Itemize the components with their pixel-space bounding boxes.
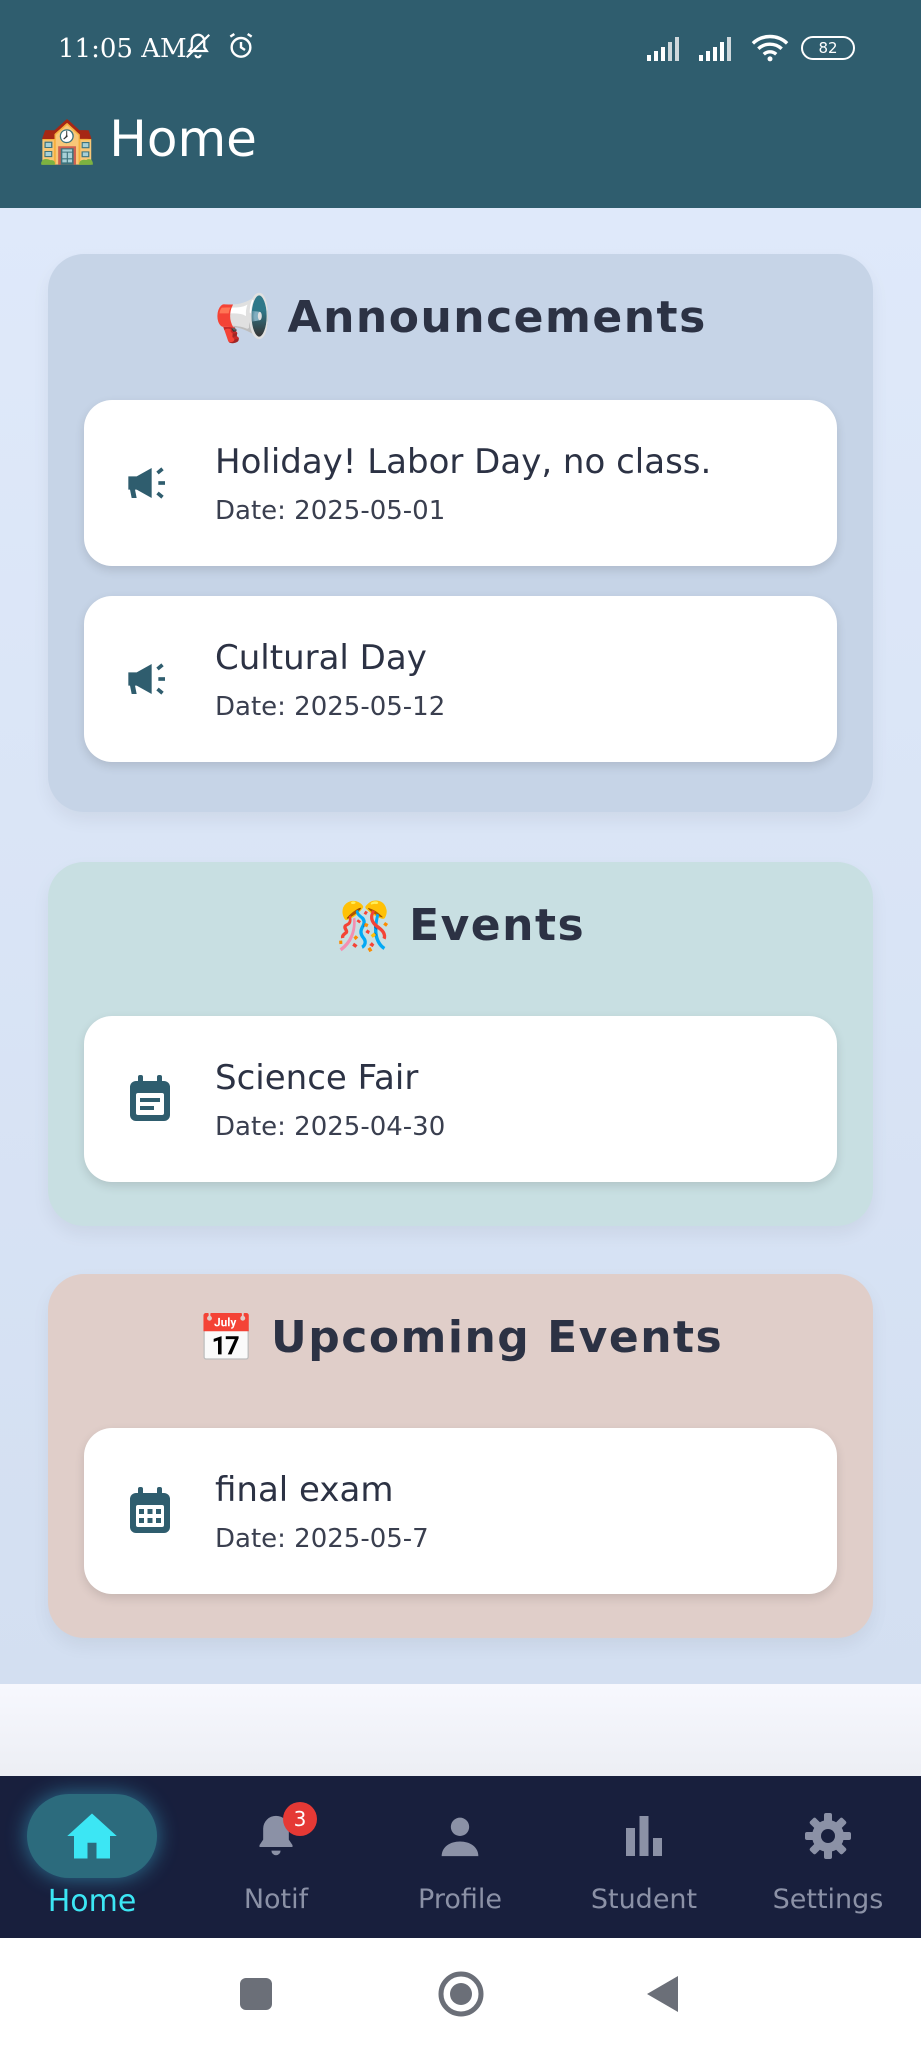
announcement-card[interactable]: Cultural Day Date: 2025-05-12 [84,596,837,762]
calendar-emoji-icon: 📅 [197,1311,256,1364]
upcoming-event-card[interactable]: final exam Date: 2025-05-7 [84,1428,837,1594]
nav-label: Notif [243,1884,309,1915]
card-date: Date: 2025-05-7 [215,1524,429,1554]
nav-label: Student [590,1884,698,1915]
signal-icon [647,37,679,61]
nav-label: Profile [418,1884,502,1915]
card-date: Date: 2025-04-30 [215,1112,446,1142]
announcements-section: 📢 Announcements Holiday! Labor Day, no c… [48,254,873,812]
home-icon [27,1794,157,1878]
main-content[interactable]: 📢 Announcements Holiday! Labor Day, no c… [0,208,921,1684]
content-footer-spacer [0,1684,921,1776]
card-title: Holiday! Labor Day, no class. [215,442,712,482]
megaphone-icon [124,653,176,705]
megaphone-emoji-icon: 📢 [214,291,272,344]
section-title: Upcoming Events [271,1312,724,1363]
section-title: Events [409,900,586,951]
back-button[interactable] [632,1964,692,2024]
upcoming-events-section: 📅 Upcoming Events final exam Date: 2025-… [48,1274,873,1638]
person-icon [395,1794,525,1878]
mute-icon [185,33,211,59]
recents-button[interactable] [226,1964,286,2024]
system-navigation-bar [0,1938,921,2048]
event-note-icon [124,1073,176,1125]
school-emoji-icon: 🏫 [38,113,96,165]
card-title: Science Fair [215,1058,419,1098]
bar-chart-icon [579,1794,709,1878]
nav-label: Settings [772,1884,884,1915]
status-time: 11:05 AM [58,34,187,64]
status-bar: 11:05 AM 82 [0,0,921,100]
battery-level: 82 [818,39,838,57]
bottom-navigation: Home 3 Notif Profile Student Settings [0,1776,921,1938]
notification-badge: 3 [283,1802,317,1836]
bell-icon: 3 [211,1794,341,1878]
card-title: final exam [215,1470,394,1510]
home-system-button[interactable] [431,1964,491,2024]
nav-home[interactable]: Home [0,1776,184,1938]
nav-label: Home [47,1884,137,1919]
card-date: Date: 2025-05-12 [215,692,446,722]
calendar-month-icon [124,1485,176,1537]
section-title: Announcements [287,292,707,343]
alarm-icon [229,33,253,58]
announcement-card[interactable]: Holiday! Labor Day, no class. Date: 2025… [84,400,837,566]
top-bar: 11:05 AM 82 🏫 Home [0,0,921,208]
nav-student[interactable]: Student [552,1776,736,1938]
wifi-icon [751,34,789,62]
nav-notif[interactable]: 3 Notif [184,1776,368,1938]
square-icon [240,1978,272,2010]
confetti-emoji-icon: 🎊 [335,899,394,952]
back-triangle-icon [647,1976,678,2012]
app-bar: 🏫 Home [38,110,257,168]
megaphone-icon [124,457,176,509]
nav-settings[interactable]: Settings [736,1776,920,1938]
card-title: Cultural Day [215,638,427,678]
card-date: Date: 2025-05-01 [215,496,446,526]
circle-icon [438,1971,484,2017]
battery-icon: 82 [801,36,855,60]
events-section: 🎊 Events Science Fair Date: 2025-04-30 [48,862,873,1226]
gear-icon [763,1794,893,1878]
event-card[interactable]: Science Fair Date: 2025-04-30 [84,1016,837,1182]
signal-icon [699,37,731,61]
nav-profile[interactable]: Profile [368,1776,552,1938]
page-title: Home [109,110,257,168]
